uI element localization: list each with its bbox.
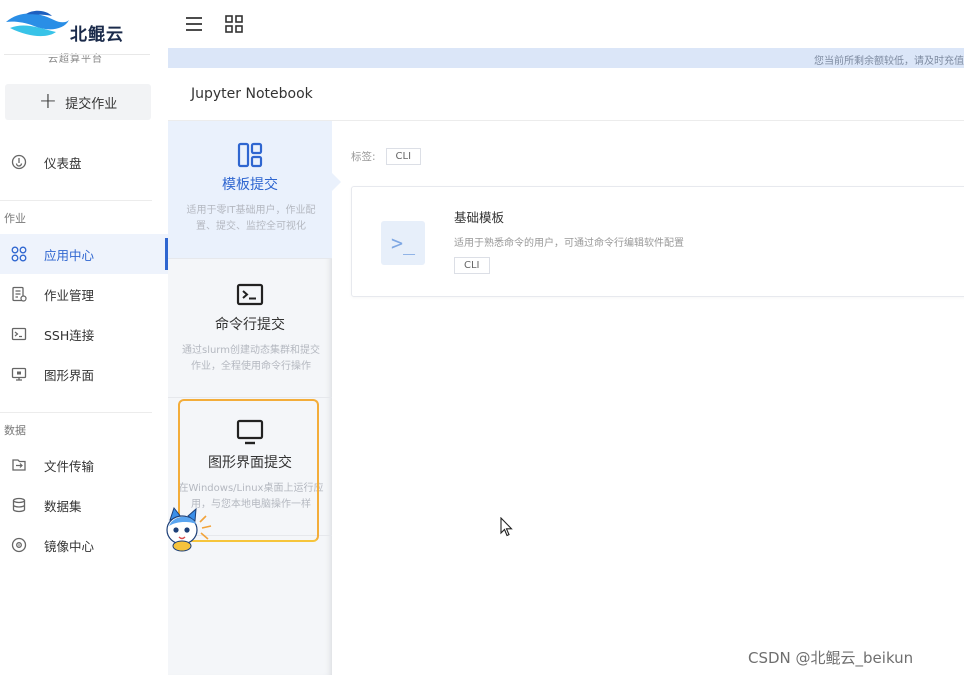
sidebar-item-ssh[interactable]: SSH连接 [0,314,168,354]
apps-icon [10,245,28,263]
sidebar-item-label: 图形界面 [44,367,95,383]
submit-job-label: 提交作业 [65,96,118,112]
tags-label: 标签: [351,151,376,163]
mode-template-submit[interactable]: 模板提交 适用于零IT基础用户，作业配置、提交、监控全可视化 [168,121,341,259]
mode-cli-submit[interactable]: 命令行提交 通过slurm创建动态集群和提交 作业，全程使用命令行操作 [168,259,332,397]
mode-title: 模板提交 [222,177,278,193]
logo-wave-icon [6,10,69,37]
sidebar-item-file-transfer[interactable]: 文件传输 [0,445,168,485]
template-card-basic[interactable]: >_ 基础模板 适用于熟悉命令的用户，可通过命令行编辑软件配置 CLI [351,186,964,297]
sidebar-item-app-center[interactable]: 应用中心 [0,234,168,274]
menu-toggle-icon[interactable] [184,14,204,34]
mascot-sticker-icon [166,506,212,552]
page-title: Jupyter Notebook [191,86,313,102]
sidebar-item-label: 仪表盘 [44,155,82,171]
brand-name: 北鲲云 [70,25,124,45]
submit-mode-list: 模板提交 适用于零IT基础用户，作业配置、提交、监控全可视化 命令行提交 通过s… [168,121,341,675]
mode-desc: 通过slurm创建动态集群和提交 作业，全程使用命令行操作 [181,345,320,372]
section-label-job: 作业 [4,212,26,225]
sidebar-item-gui[interactable]: 图形界面 [0,354,168,394]
sidebar-item-job-management[interactable]: 作业管理 [0,274,168,314]
csdn-watermark: CSDN @北鲲云_beikun [748,649,914,667]
section-label-data: 数据 [4,424,26,437]
divider [4,54,150,55]
database-icon [10,496,28,514]
job-list-icon [10,285,28,303]
mode-desc: 适用于零IT基础用户，作业配置、提交、监控全可视化 [186,205,316,232]
dashboard-icon [10,153,28,171]
submit-job-button[interactable]: + 提交作业 [5,84,151,120]
sidebar-item-label: 文件传输 [44,458,95,474]
terminal-icon [10,325,28,343]
balance-notice-text[interactable]: 您当前所剩余额较低，请及时充值 [814,52,964,67]
brand-logo[interactable]: 北鲲云 云超算平台 [4,6,164,65]
top-bar [168,0,964,48]
mode-title: 命令行提交 [215,317,285,333]
template-tag: CLI [454,257,490,274]
mode-title: 图形界面提交 [208,455,292,471]
image-disc-icon [10,536,28,554]
tag-filter-cli[interactable]: CLI [385,148,422,165]
sidebar-item-label: SSH连接 [44,327,95,343]
tag-filter-row: 标签: CLI [351,148,422,165]
sidebar-item-label: 作业管理 [44,287,95,303]
terminal-prompt-icon: >_ [381,221,425,265]
sidebar-item-label: 镜像中心 [44,538,95,554]
divider [0,200,152,201]
brand-subtitle: 云超算平台 [48,54,103,65]
sidebar-item-image-center[interactable]: 镜像中心 [0,525,168,565]
sidebar-item-dashboard[interactable]: 仪表盘 [0,142,168,182]
layout-template-icon [237,142,263,168]
monitor-icon [236,419,264,445]
apps-grid-icon[interactable] [224,14,244,34]
balance-notice-bar: 您当前所剩余额较低，请及时充值 [168,48,964,68]
sidebar-item-label: 数据集 [44,498,82,514]
sidebar-item-label: 应用中心 [44,247,95,263]
divider [0,412,152,413]
plus-icon: + [38,89,58,114]
desktop-icon [10,365,28,383]
file-transfer-icon [10,456,28,474]
sidebar: 北鲲云 云超算平台 + 提交作业 仪表盘 作业 应用中心 作业管理 SSH连接 [0,0,168,675]
mouse-cursor-icon [500,517,513,537]
sidebar-item-dataset[interactable]: 数据集 [0,485,168,525]
template-name: 基础模板 [454,210,505,225]
template-desc: 适用于熟悉命令的用户，可通过命令行编辑软件配置 [454,238,684,249]
terminal-icon [236,283,264,306]
